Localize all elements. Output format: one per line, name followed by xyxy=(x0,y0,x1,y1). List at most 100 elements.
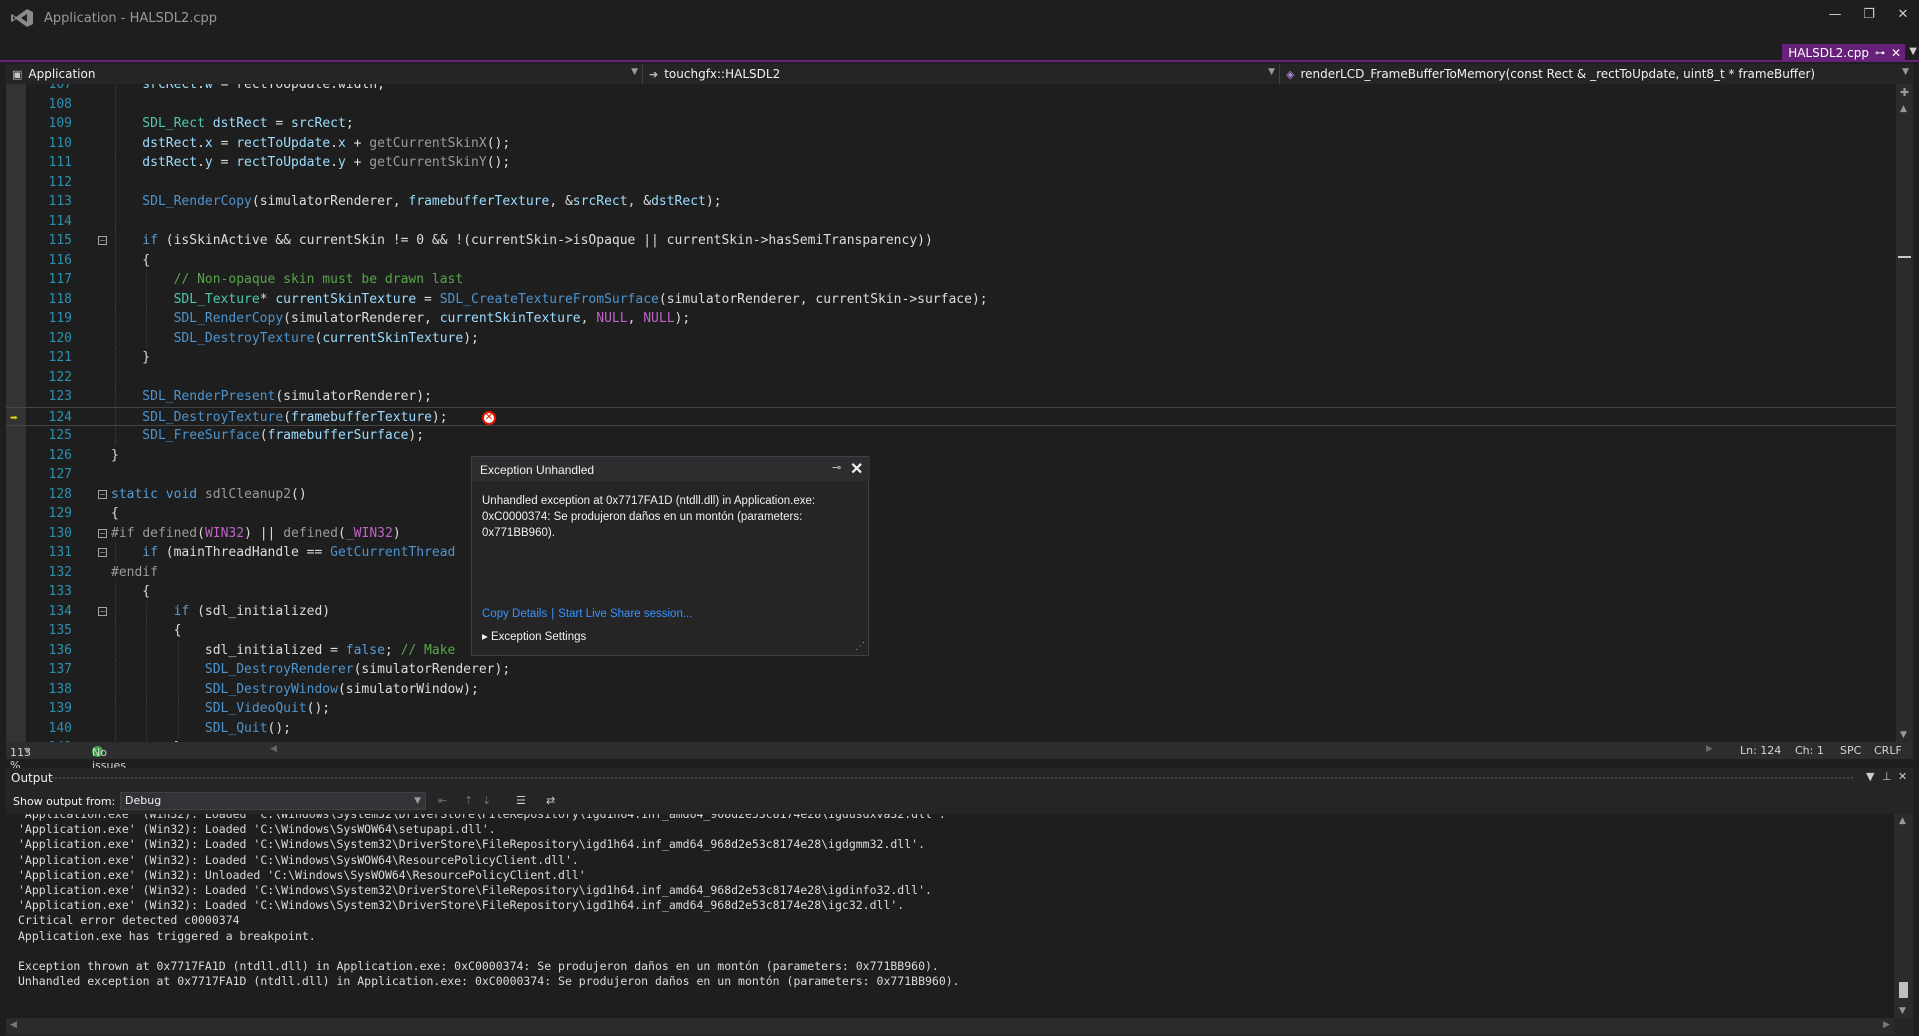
code-line[interactable]: 122 xyxy=(6,367,1896,387)
scope-dropdown[interactable]: ➔ touchgfx::HALSDL2 ▼ xyxy=(643,64,1280,84)
scroll-right-icon[interactable]: ▶ xyxy=(1883,1020,1890,1030)
hscroll-right-icon[interactable]: ▶ xyxy=(1706,744,1713,754)
next-message-icon[interactable]: ⇣ xyxy=(482,794,491,807)
copy-details-link[interactable]: Copy Details xyxy=(482,608,547,620)
code-line[interactable]: 140 SDL_Quit(); xyxy=(6,718,1896,738)
code-line[interactable]: 136 sdl_initialized = false; // Make xyxy=(6,640,1896,660)
collapse-icon[interactable]: − xyxy=(98,528,107,538)
column-indicator[interactable]: Ch: 1 xyxy=(1795,744,1824,757)
chevron-down-icon: ▼ xyxy=(1268,67,1275,77)
output-source-select[interactable]: Debug ▼ xyxy=(120,792,426,810)
project-dropdown[interactable]: ▣ Application ▼ xyxy=(6,64,643,84)
code-line[interactable]: 134 − if (sdl_initialized) xyxy=(6,601,1896,621)
output-line: 'Application.exe' (Win32): Loaded 'C:\Wi… xyxy=(18,837,925,852)
output-header: Output ▼ ⊥ ✕ xyxy=(6,768,1913,788)
pin-icon[interactable]: ⊥ xyxy=(1882,770,1892,783)
code-line[interactable]: 107 srcRect.w = rectToUpdate.width; xyxy=(6,84,1896,94)
indent-guide xyxy=(115,270,116,289)
restore-button[interactable]: ❐ xyxy=(1854,4,1884,26)
clear-all-icon[interactable]: ☰ xyxy=(516,794,526,807)
code-line[interactable]: 129 { xyxy=(6,504,1896,523)
live-share-link[interactable]: Start Live Share session... xyxy=(558,608,692,620)
code-line[interactable]: 110 dstRect.x = rectToUpdate.x + getCurre… xyxy=(6,133,1896,153)
code-text: { xyxy=(142,584,151,599)
code-line[interactable]: 118 SDL_Texture* currentSkinTexture = SDL… xyxy=(6,289,1896,309)
member-dropdown[interactable]: ◈ renderLCD_FrameBufferToMemory(const Re… xyxy=(1280,64,1913,84)
code-line[interactable]: 125 SDL_FreeSurface(framebufferSurface); xyxy=(6,426,1896,445)
code-line[interactable]: 116 { xyxy=(6,250,1896,270)
code-line[interactable]: 130 − #if defined(WIN32) || defined(_WIN32… xyxy=(6,524,1896,543)
close-tab-icon[interactable]: ✕ xyxy=(1891,46,1901,60)
line-number: 107 xyxy=(48,84,72,92)
toggle-word-wrap-icon[interactable]: ⇄ xyxy=(546,794,555,807)
output-vertical-scrollbar[interactable]: ▲ ▼ xyxy=(1894,814,1913,1018)
code-line[interactable]: 138 SDL_DestroyWindow(simulatorWindow); xyxy=(6,679,1896,699)
code-line[interactable]: 114 xyxy=(6,211,1896,231)
code-line[interactable]: 115 − if (isSkinActive && currentSkin != 0… xyxy=(6,231,1896,250)
line-number: 125 xyxy=(48,428,72,443)
code-line[interactable]: 124 SDL_DestroyTexture(framebufferTexture… xyxy=(6,406,1896,427)
line-number: 121 xyxy=(48,350,72,365)
code-line[interactable]: 133 { xyxy=(6,582,1896,601)
code-editor[interactable]: 107 srcRect.w = rectToUpdate.width; 108 109… xyxy=(6,84,1896,742)
output-toolbar: Show output from: Debug ▼ ⇤ ⇡ ⇣ ☰ ⇄ xyxy=(6,790,1913,812)
hscroll-left-icon[interactable]: ◀ xyxy=(270,744,277,754)
line-ending-indicator[interactable]: CRLF xyxy=(1874,744,1902,757)
code-line[interactable]: 113 SDL_RenderCopy(simulatorRenderer, fra… xyxy=(6,192,1896,211)
tab-halsdl2-cpp[interactable]: HALSDL2.cpp ⊶ ✕ xyxy=(1782,44,1905,62)
line-number: 139 xyxy=(48,701,72,716)
collapse-icon[interactable]: − xyxy=(98,236,107,245)
find-message-in-code-icon[interactable]: ⇤ xyxy=(438,794,447,807)
code-line[interactable]: 127 xyxy=(6,465,1896,484)
pin-icon[interactable]: ⊸ xyxy=(832,461,841,474)
tab-overflow-chevron-icon[interactable]: ▼ xyxy=(1909,46,1917,57)
code-text: SDL_RenderPresent(simulatorRenderer); xyxy=(142,389,432,404)
line-number: 112 xyxy=(48,174,72,190)
code-line[interactable]: 132 #endif xyxy=(6,563,1896,582)
output-text-area[interactable]: 'Application.exe' (Win32): Loaded 'C:\Wi… xyxy=(6,814,1894,1018)
chevron-down-icon: ▼ xyxy=(414,796,421,806)
close-window-button[interactable]: ✕ xyxy=(1888,4,1918,26)
code-line[interactable]: 135 { xyxy=(6,621,1896,640)
code-line[interactable]: 109 SDL_Rect dstRect = srcRect; xyxy=(6,114,1896,133)
code-line[interactable]: 111 dstRect.y = rectToUpdate.y + getCurre… xyxy=(6,153,1896,172)
collapse-icon[interactable]: − xyxy=(98,489,107,499)
pin-icon[interactable]: ⊶ xyxy=(1875,48,1885,59)
code-line[interactable]: 112 xyxy=(6,172,1896,192)
code-line[interactable]: 139 SDL_VideoQuit(); xyxy=(6,699,1896,718)
code-line[interactable]: 126} xyxy=(6,446,1896,465)
line-indicator[interactable]: Ln: 124 xyxy=(1740,744,1781,757)
exception-settings-expander[interactable]: ▸ Exception Settings xyxy=(482,629,586,643)
close-icon[interactable]: ✕ xyxy=(1898,770,1907,783)
code-line[interactable]: 123 SDL_RenderPresent(simulatorRenderer); xyxy=(6,387,1896,406)
code-line[interactable]: 137 SDL_DestroyRenderer(simulatorRenderer… xyxy=(6,660,1896,679)
scroll-left-icon[interactable]: ◀ xyxy=(10,1020,17,1030)
resize-grip-icon[interactable]: ⋰ xyxy=(855,641,865,652)
code-line[interactable]: 131 − if (mainThreadHandle == GetCurrentTh… xyxy=(6,543,1896,562)
split-window-icon[interactable]: ✚ xyxy=(1900,86,1909,99)
scroll-down-icon[interactable]: ▼ xyxy=(1899,1006,1906,1016)
scroll-position-marker xyxy=(1898,256,1911,258)
output-horizontal-scrollbar[interactable]: ◀ ▶ xyxy=(6,1018,1894,1034)
code-line[interactable]: 119 SDL_RenderCopy(simulatorRenderer, cur… xyxy=(6,309,1896,328)
code-text: static void sdlCleanup2() xyxy=(111,486,307,502)
scroll-down-icon[interactable]: ▼ xyxy=(1900,730,1907,740)
scroll-up-icon[interactable]: ▲ xyxy=(1899,816,1906,826)
code-line[interactable]: 121} xyxy=(6,348,1896,367)
whitespace-indicator[interactable]: SPC xyxy=(1840,744,1861,757)
code-text: sdl_initialized = false; // Make xyxy=(204,642,456,658)
collapse-icon[interactable]: − xyxy=(98,548,107,557)
code-line[interactable]: 117 // Non-opaque skin must be drawn last xyxy=(6,270,1896,289)
window-position-chevron-icon[interactable]: ▼ xyxy=(1866,770,1874,783)
close-icon[interactable]: ✕ xyxy=(850,459,863,479)
exception-error-icon[interactable]: ✕ xyxy=(482,410,496,425)
collapse-icon[interactable]: − xyxy=(98,606,107,616)
previous-message-icon[interactable]: ⇡ xyxy=(464,794,473,807)
scroll-thumb[interactable] xyxy=(1899,982,1908,998)
code-line[interactable]: 128 − static void sdlCleanup2() xyxy=(6,485,1896,504)
scroll-up-icon[interactable]: ▲ xyxy=(1900,104,1907,114)
code-line[interactable]: 120 SDL_DestroyTexture(currentSkinTexture… xyxy=(6,328,1896,348)
editor-vertical-scrollbar[interactable]: ✚ ▲ ▼ xyxy=(1896,84,1913,742)
minimize-button[interactable]: — xyxy=(1820,4,1850,26)
code-line[interactable]: 108 xyxy=(6,94,1896,114)
